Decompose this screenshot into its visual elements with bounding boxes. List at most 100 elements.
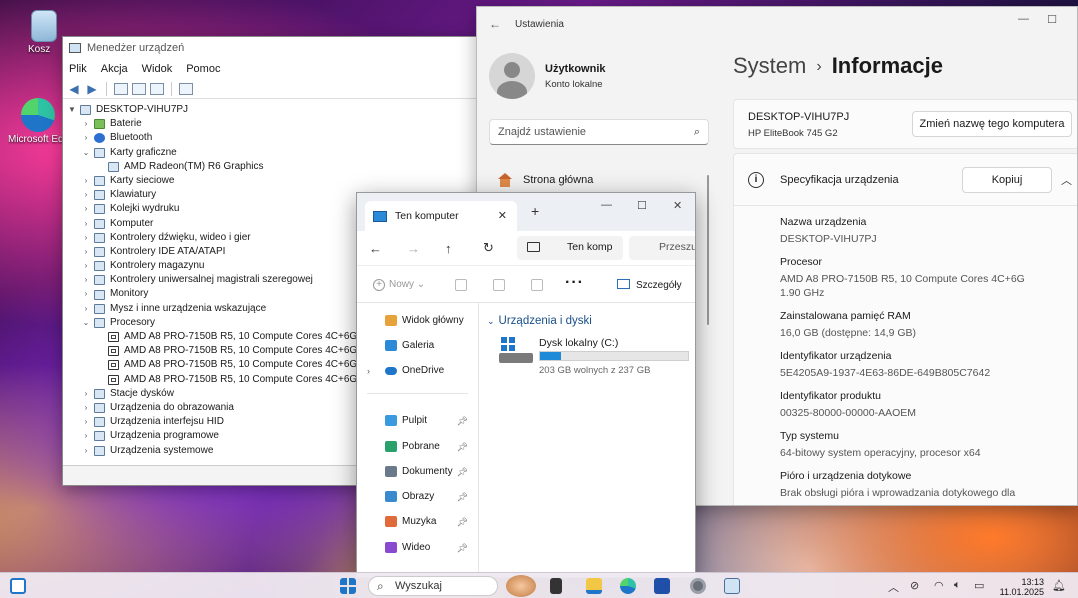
sidebar-item[interactable]: Pobrane bbox=[385, 441, 440, 452]
maximize-button[interactable]: ☐ bbox=[1047, 13, 1057, 26]
expand-chevron-icon[interactable]: › bbox=[81, 415, 91, 429]
back-arrow-icon[interactable]: ← bbox=[369, 241, 407, 256]
volume-icon[interactable]: 🔈︎ bbox=[954, 579, 961, 592]
device-manager-taskbar-icon[interactable] bbox=[724, 578, 740, 594]
wifi-icon[interactable]: ◠ bbox=[934, 579, 944, 592]
spec-value[interactable]: 5E4205A9-1937-4E63-86DE-649B805C7642 bbox=[780, 367, 1040, 381]
close-tab-icon[interactable]: ✕ bbox=[498, 209, 507, 222]
menu-action[interactable]: Akcja bbox=[101, 63, 128, 75]
cut-icon[interactable] bbox=[455, 279, 467, 291]
properties-icon[interactable] bbox=[114, 82, 128, 95]
forward-arrow-icon[interactable]: → bbox=[407, 241, 445, 256]
expand-chevron-icon[interactable]: › bbox=[81, 231, 91, 245]
tree-category-item[interactable]: ⌄ Karty graficzne bbox=[67, 146, 475, 160]
sidebar-item[interactable]: OneDrive bbox=[385, 365, 444, 376]
desktop-icon-edge[interactable]: Microsoft Edge bbox=[8, 98, 68, 145]
expand-chevron-icon[interactable]: › bbox=[81, 131, 91, 145]
spec-value[interactable]: Brak obsługi pióra i wprowadzania dotyko… bbox=[780, 487, 1040, 501]
file-explorer-icon[interactable] bbox=[586, 578, 602, 594]
tree-category-item[interactable]: › Karty sieciowe bbox=[67, 174, 475, 188]
settings-search-input[interactable]: Znajdź ustawienie ⌕ bbox=[489, 119, 709, 145]
expand-chevron-icon[interactable]: › bbox=[81, 188, 91, 202]
edge-icon[interactable] bbox=[620, 578, 636, 594]
battery-icon[interactable]: ▭ bbox=[974, 579, 984, 592]
expand-chevron-icon[interactable]: › bbox=[81, 273, 91, 287]
taskbar-search-input[interactable]: ⌕ Wyszukaj bbox=[368, 576, 498, 596]
tree-category-item[interactable]: › Bluetooth bbox=[67, 131, 475, 145]
spec-value[interactable]: AMD A8 PRO-7150B R5, 10 Compute Cores 4C… bbox=[780, 273, 1040, 300]
copy-icon[interactable] bbox=[493, 279, 505, 291]
scrollbar[interactable] bbox=[707, 175, 709, 325]
drive-name[interactable]: Dysk lokalny (C:) bbox=[539, 337, 618, 349]
view-icon[interactable] bbox=[150, 82, 164, 95]
collapse-chevron-icon[interactable]: ⌄ bbox=[81, 316, 91, 330]
back-arrow-icon[interactable]: ← bbox=[489, 17, 501, 31]
expand-chevron-icon[interactable]: › bbox=[81, 117, 91, 131]
tab-this-pc[interactable]: Ten komputer ✕ bbox=[365, 201, 517, 231]
new-tab-icon[interactable]: + bbox=[531, 203, 539, 219]
group-header[interactable]: ⌄ Urządzenia i dyski bbox=[487, 315, 592, 327]
refresh-icon[interactable]: ↻ bbox=[483, 240, 521, 256]
spec-value[interactable]: 00325-80000-00000-AAOEM bbox=[780, 407, 1040, 421]
expand-chevron-icon[interactable]: › bbox=[81, 444, 91, 458]
store-icon[interactable] bbox=[654, 578, 670, 594]
paste-icon[interactable] bbox=[531, 279, 543, 291]
help-icon[interactable] bbox=[132, 82, 146, 95]
new-button[interactable]: + Nowy ⌄ bbox=[373, 279, 425, 291]
task-view-icon[interactable] bbox=[550, 578, 562, 594]
expand-chevron-icon[interactable]: › bbox=[81, 217, 91, 231]
clock[interactable]: 13:13 11.01.2025 bbox=[1000, 577, 1044, 597]
expand-chevron-icon[interactable]: › bbox=[81, 259, 91, 273]
collapse-chevron-icon[interactable]: ⌄ bbox=[81, 146, 91, 160]
expand-chevron-icon[interactable]: › bbox=[367, 366, 370, 376]
menu-file[interactable]: Plik bbox=[69, 63, 87, 75]
tree-category-item[interactable]: › Baterie bbox=[67, 117, 475, 131]
expand-chevron-icon[interactable]: › bbox=[81, 401, 91, 415]
explorer-search-input[interactable]: Przeszu bbox=[629, 236, 695, 260]
notification-bell-icon[interactable]: 🔔︎ bbox=[1052, 579, 1066, 592]
rename-pc-button[interactable]: Zmień nazwę tego komputera bbox=[912, 111, 1072, 137]
network-off-icon[interactable]: ⊘ bbox=[910, 579, 919, 592]
minimize-button[interactable]: — bbox=[601, 199, 612, 211]
device-specs-header[interactable]: i Specyfikacja urządzenia Kopiuj ︿ bbox=[734, 154, 1077, 206]
sidebar-item[interactable]: Widok główny bbox=[385, 315, 464, 326]
search-highlight-icon[interactable] bbox=[506, 575, 536, 597]
settings-gear-icon[interactable] bbox=[690, 578, 706, 594]
sidebar-item[interactable]: Dokumenty bbox=[385, 466, 453, 477]
forward-arrow-icon[interactable]: ▶ bbox=[85, 83, 99, 95]
expand-chevron-icon[interactable]: › bbox=[81, 245, 91, 259]
maximize-button[interactable]: ☐ bbox=[637, 199, 647, 212]
sidebar-item[interactable]: Obrazy bbox=[385, 491, 434, 502]
breadcrumb-system[interactable]: System bbox=[733, 53, 806, 78]
tree-root[interactable]: ▼ DESKTOP-VIHU7PJ bbox=[67, 103, 475, 117]
menu-help[interactable]: Pomoc bbox=[186, 63, 220, 75]
up-arrow-icon[interactable]: ↑ bbox=[445, 241, 483, 256]
sidebar-item[interactable]: Wideo bbox=[385, 542, 430, 553]
nav-item-home[interactable]: Strona główna bbox=[489, 165, 709, 195]
expand-chevron-icon[interactable]: › bbox=[81, 429, 91, 443]
sidebar-item[interactable]: Pulpit bbox=[385, 415, 427, 426]
scan-hardware-icon[interactable] bbox=[179, 82, 193, 95]
expand-chevron-icon[interactable]: › bbox=[81, 174, 91, 188]
expand-chevron-icon[interactable]: › bbox=[81, 302, 91, 316]
address-bar[interactable]: Ten komp bbox=[517, 236, 623, 260]
tree-device-item[interactable]: AMD Radeon(TM) R6 Graphics bbox=[67, 160, 475, 174]
device-manager-titlebar[interactable]: Menedżer urządzeń bbox=[63, 37, 479, 59]
back-arrow-icon[interactable]: ◀ bbox=[67, 83, 81, 95]
menu-view[interactable]: Widok bbox=[142, 63, 173, 75]
copy-button[interactable]: Kopiuj bbox=[962, 167, 1052, 193]
collapse-chevron-icon[interactable]: ▼ bbox=[67, 103, 77, 117]
sidebar-item[interactable]: Muzyka bbox=[385, 516, 436, 527]
avatar[interactable] bbox=[489, 53, 535, 99]
minimize-button[interactable]: — bbox=[1018, 13, 1029, 25]
more-options-icon[interactable]: ··· bbox=[565, 274, 584, 292]
drive-icon[interactable] bbox=[499, 337, 533, 365]
sidebar-item[interactable]: Galeria bbox=[385, 340, 434, 351]
start-button-icon[interactable] bbox=[340, 578, 356, 594]
close-button[interactable]: ✕ bbox=[673, 199, 682, 212]
spec-value[interactable]: 16,0 GB (dostępne: 14,9 GB) bbox=[780, 327, 1040, 341]
expand-chevron-icon[interactable]: › bbox=[81, 387, 91, 401]
details-button[interactable]: Szczegóły bbox=[617, 279, 682, 291]
spec-value[interactable]: DESKTOP-VIHU7PJ bbox=[780, 233, 1040, 247]
expand-chevron-icon[interactable]: › bbox=[81, 287, 91, 301]
